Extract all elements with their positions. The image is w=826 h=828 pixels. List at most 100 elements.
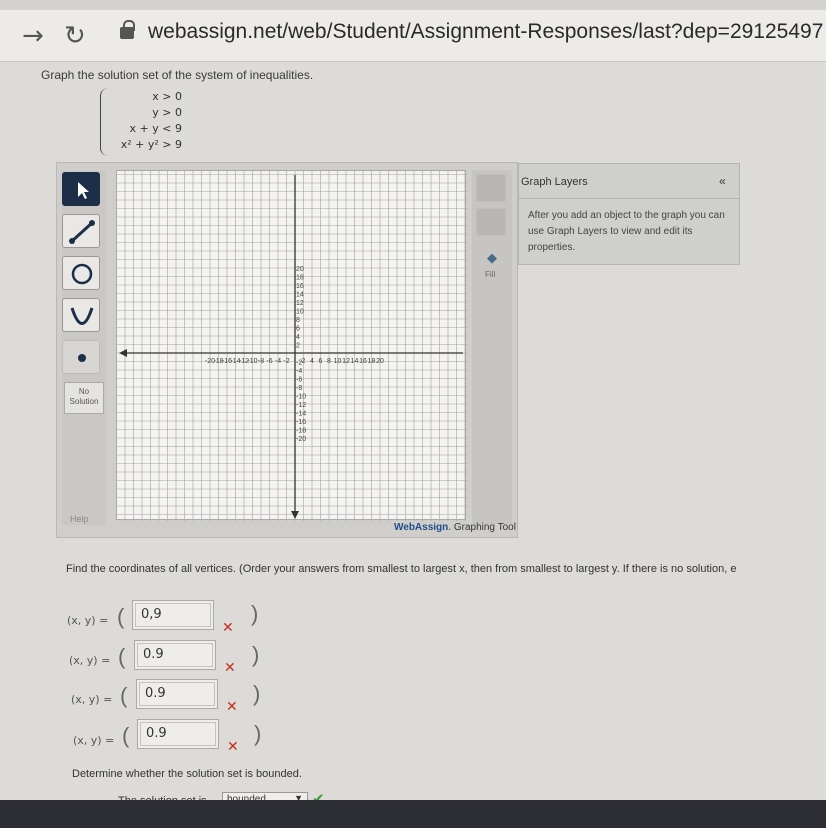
graph-area[interactable]: -20 -18 -16 -14 -12 -10 -8 -6 -4 -2 2 4 6 8 10 12 14 16 18…	[116, 170, 467, 521]
y-tick-label: -20	[296, 436, 306, 443]
vertex-answer-input[interactable]: 0.9	[136, 679, 218, 709]
vertex-answer-input[interactable]: 0,9	[132, 600, 214, 630]
reload-icon[interactable]: ↻	[64, 22, 86, 50]
fill-bucket-icon[interactable]: ◆	[487, 250, 497, 266]
y-tick-label: -2	[296, 360, 302, 367]
line-tool-button[interactable]	[62, 214, 100, 248]
y-tick-label: 12	[296, 300, 304, 307]
y-tick-label: 4	[296, 334, 300, 341]
x-tick-label: 6	[319, 358, 323, 365]
x-tick-label: -4	[275, 358, 281, 365]
brace	[100, 88, 110, 156]
circle-tool-button[interactable]	[62, 256, 100, 290]
incorrect-icon: ✕	[227, 739, 239, 755]
x-tick-label: 20	[376, 358, 384, 365]
y-axis-arrow	[291, 511, 299, 519]
y-tick-label: 16	[296, 283, 304, 290]
x-tick-label: 12	[342, 358, 350, 365]
point-tool-button[interactable]	[62, 340, 100, 374]
close-paren: )	[253, 681, 261, 706]
divider	[518, 198, 740, 199]
x-axis-arrow	[119, 349, 127, 357]
close-paren: )	[251, 601, 259, 626]
parabola-tool-button[interactable]	[62, 298, 100, 332]
y-tick-label: -6	[296, 377, 302, 384]
y-tick-label: -16	[296, 419, 306, 426]
vertex-answer-value: 0,9	[141, 607, 162, 622]
parabola-icon	[70, 307, 94, 325]
coordinate-grid: -20-18-16-14-12-10 -8 -6 -4 -2 2 4 6 8 10 12 14 16 18…	[117, 171, 467, 521]
y-tick-label: -8	[296, 385, 302, 392]
vertex-answer-input[interactable]: 0.9	[137, 719, 219, 749]
xy-label: (x, y) =	[71, 693, 113, 706]
question-prompt: Graph the solution set of the system of …	[41, 68, 314, 82]
vertices-instructions: Find the coordinates of all vertices. (O…	[66, 563, 737, 575]
x-tick-label: 14	[351, 358, 359, 365]
x-tick-label: 4	[310, 358, 314, 365]
y-tick-label: -14	[296, 411, 306, 418]
x-tick-label: -10	[247, 358, 257, 365]
xy-label: (x, y) =	[73, 734, 115, 747]
close-paren: )	[252, 642, 260, 667]
open-paren: (	[120, 683, 128, 708]
edit-tool-button[interactable]	[476, 208, 506, 236]
forward-arrow-icon[interactable]: →	[22, 22, 44, 50]
xy-label: (x, y) =	[67, 614, 109, 627]
line-icon	[69, 220, 95, 244]
y-tick-label: 2	[296, 343, 300, 350]
open-paren: (	[118, 644, 126, 669]
vertex-answer-value: 0.9	[146, 726, 167, 741]
incorrect-icon: ✕	[222, 620, 234, 636]
circle-icon	[71, 263, 93, 285]
x-tick-label: -2	[283, 358, 289, 365]
pointer-icon	[78, 182, 89, 199]
help-link[interactable]: Help	[70, 514, 89, 524]
brand-name: WebAssign	[394, 522, 449, 533]
bounded-question: Determine whether the solution set is bo…	[72, 768, 302, 780]
graph-layers-title: Graph Layers	[521, 176, 588, 188]
y-tick-label: 20	[296, 266, 304, 273]
vertex-answer-value: 0.9	[143, 647, 164, 662]
vertex-answer-value: 0.9	[145, 686, 166, 701]
open-paren: (	[122, 723, 130, 748]
lock-icon	[120, 20, 135, 39]
webassign-brand: WebAssign. Graphing Tool	[394, 522, 516, 533]
y-tick-label: -10	[296, 394, 306, 401]
collapse-chevron-icon[interactable]: «	[719, 174, 726, 188]
taskbar	[0, 800, 826, 828]
open-paren: (	[117, 604, 125, 629]
point-icon	[78, 354, 86, 362]
y-tick-label: -18	[296, 428, 306, 435]
inequality-1: x > 0	[152, 90, 182, 103]
page-body: Graph the solution set of the system of …	[0, 62, 826, 828]
no-solution-button[interactable]: No Solution	[64, 382, 104, 414]
pointer-tool-button[interactable]	[62, 172, 100, 206]
inequality-system: x > 0 y > 0 x + y < 9 x² + y² > 9	[100, 88, 190, 156]
vertex-answer-input[interactable]: 0.9	[134, 640, 216, 670]
tab-strip	[0, 0, 826, 10]
y-tick-label: 10	[296, 309, 304, 316]
y-tick-label: 18	[296, 275, 304, 282]
y-tick-label: 8	[296, 317, 300, 324]
inequality-3: x + y < 9	[129, 122, 182, 135]
browser-chrome: → ↻ webassign.net/web/Student/Assignment…	[0, 0, 826, 62]
delete-tool-button[interactable]	[476, 174, 506, 202]
x-tick-label: 16	[359, 358, 367, 365]
incorrect-icon: ✕	[224, 660, 236, 676]
x-tick-label: -6	[266, 358, 272, 365]
y-tick-label: -4	[296, 368, 302, 375]
address-bar[interactable]: webassign.net/web/Student/Assignment-Res…	[148, 20, 823, 44]
y-tick-label: 6	[296, 326, 300, 333]
y-tick-label: -12	[296, 402, 306, 409]
brand-suffix: . Graphing Tool	[448, 522, 516, 533]
y-tick-label: 14	[296, 292, 304, 299]
xy-label: (x, y) =	[69, 654, 111, 667]
fill-label: Fill	[485, 270, 496, 279]
x-tick-label: 10	[334, 358, 342, 365]
x-tick-label: 18	[368, 358, 376, 365]
inequality-2: y > 0	[152, 106, 182, 119]
x-tick-label: -8	[258, 358, 264, 365]
x-tick-label: 8	[327, 358, 331, 365]
graph-layers-description: After you add an object to the graph you…	[528, 210, 725, 253]
close-paren: )	[254, 721, 262, 746]
